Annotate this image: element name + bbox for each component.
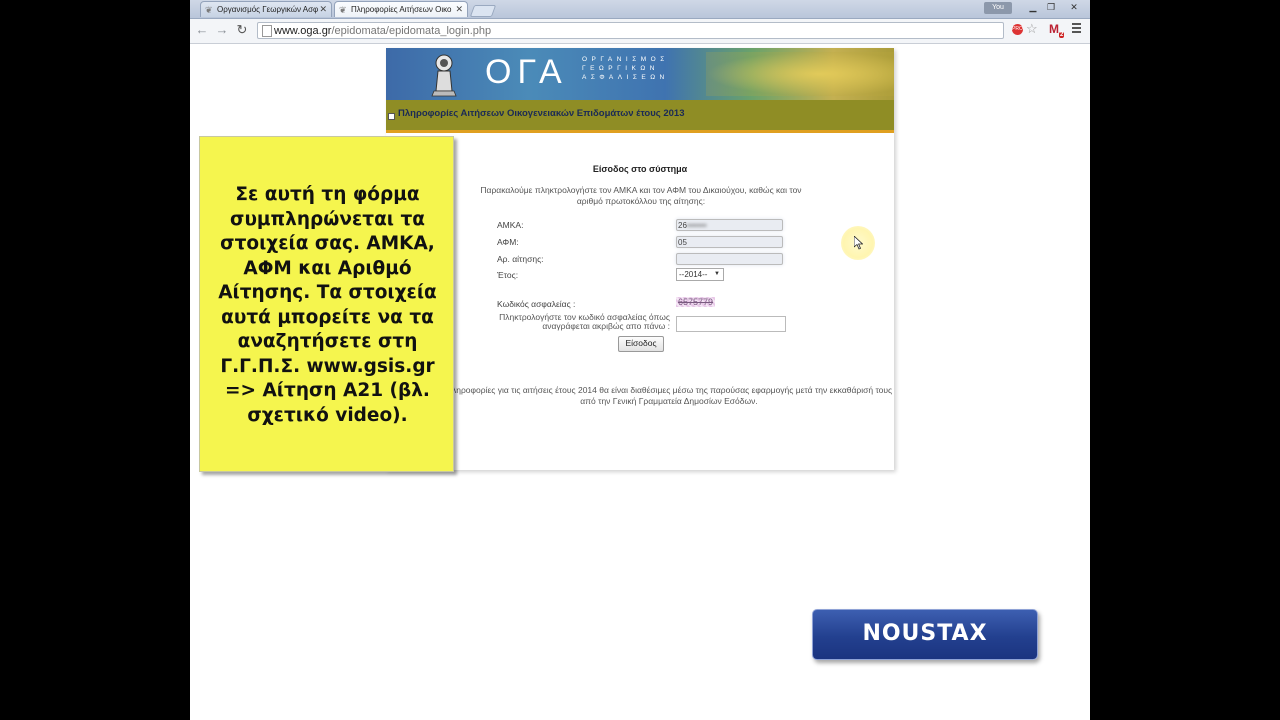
security-code-captcha: 6575779 <box>676 297 716 307</box>
oga-emblem-icon <box>431 54 457 97</box>
login-instructions: Παρακαλούμε πληκτρολογήστε τον ΑΜΚΑ και … <box>480 185 802 206</box>
application-number-input[interactable] <box>676 253 783 265</box>
url-path: /epidomata/epidomata_login.php <box>331 25 492 37</box>
new-tab-button[interactable] <box>469 5 497 17</box>
dropdown-arrow-icon: ▼ <box>714 271 720 277</box>
menu-icon[interactable] <box>1072 23 1081 33</box>
oga-logo-text: ΟΓΑ <box>485 53 568 91</box>
login-submit-button[interactable]: Είσοδος <box>618 336 664 352</box>
maximize-icon[interactable]: ❐ <box>1042 1 1060 14</box>
amka-input[interactable]: 26••••••• <box>676 219 783 231</box>
login-heading: Είσοδος στο σύστημα <box>592 164 688 174</box>
year-label: Έτος: <box>497 270 519 280</box>
oga-page: ΟΓΑ ΟΡΓΑΝΙΣΜΟΣ ΓΕΩΡΓΙΚΩΝ ΑΣΦΑΛΙΣΕΩΝ Πληρ… <box>386 48 894 470</box>
page-favicon-icon: ❦ <box>205 5 213 15</box>
reload-icon[interactable]: ↻ <box>234 22 250 38</box>
window-close-icon[interactable]: ✕ <box>1062 1 1086 14</box>
security-code-label: Κωδικός ασφαλείας : <box>497 299 576 309</box>
page-title-bar: Πληροφορίες Αιτήσεων Οικογενειακών Επιδο… <box>386 100 894 133</box>
year-value: --2014-- <box>679 270 708 279</box>
bookmark-star-icon[interactable]: ☆ <box>1026 22 1038 36</box>
application-number-label: Αρ. αίτησης: <box>497 254 544 264</box>
organization-name: ΟΡΓΑΝΙΣΜΟΣ ΓΕΩΡΓΙΚΩΝ ΑΣΦΑΛΙΣΕΩΝ <box>582 56 669 81</box>
tab-close-icon[interactable]: ✕ <box>455 2 463 17</box>
year-select[interactable]: --2014-- ▼ <box>676 268 724 281</box>
afm-value: 05 <box>678 238 687 247</box>
oga-banner: ΟΓΑ ΟΡΓΑΝΙΣΜΟΣ ΓΕΩΡΓΙΚΩΝ ΑΣΦΑΛΙΣΕΩΝ <box>386 48 894 100</box>
back-arrow-icon[interactable]: ← <box>194 22 210 38</box>
extension-pro-icon[interactable]: PRO <box>1012 24 1023 35</box>
page-title: Πληροφορίες Αιτήσεων Οικογενειακών Επιδο… <box>398 108 685 119</box>
gmail-icon[interactable]: M2 <box>1049 22 1065 42</box>
tab-label: Οργανισμός Γεωργικών Ασφ <box>217 5 319 14</box>
availability-note: Πληροφορίες για τις αιτήσεις έτους 2014 … <box>445 385 893 406</box>
wheat-image <box>706 52 894 96</box>
bullet-icon <box>388 113 395 120</box>
address-bar[interactable]: www.oga.gr/epidomata/epidomata_login.php <box>257 22 1004 39</box>
url-text: www.oga.gr/epidomata/epidomata_login.php <box>274 24 491 38</box>
page-favicon-icon: ❦ <box>339 5 347 15</box>
minimize-icon[interactable]: ▁ <box>1024 1 1042 14</box>
browser-window: ❦ Οργανισμός Γεωργικών Ασφ ✕ ❦ Πληροφορίες… <box>190 0 1090 720</box>
tab-close-icon[interactable]: ✕ <box>319 2 327 17</box>
afm-label: ΑΦΜ: <box>497 237 519 247</box>
noustax-logo: NOUSTAX <box>812 609 1038 660</box>
forward-arrow-icon[interactable]: → <box>214 22 230 38</box>
mail-count-badge: 2 <box>1059 32 1065 39</box>
security-code-prompt: Πληκτρολογήστε τον κωδικό ασφαλείας όπως… <box>499 312 670 331</box>
instruction-note: Σε αυτή τη φόρμα συμπληρώνεται τα στοιχε… <box>199 136 454 472</box>
amka-hidden-value: ••••••• <box>686 221 707 230</box>
tab-label: Πληροφορίες Αιτήσεων Οικο <box>351 5 452 14</box>
tab-oga-home[interactable]: ❦ Οργανισμός Γεωργικών Ασφ ✕ <box>200 1 332 17</box>
navigation-toolbar: ← → ↻ www.oga.gr/epidomata/epidomata_log… <box>190 19 1090 44</box>
mouse-pointer-icon <box>854 236 863 250</box>
profile-badge[interactable]: You <box>984 2 1012 14</box>
security-code-input[interactable] <box>676 316 786 332</box>
url-domain: www.oga.gr <box>274 25 332 37</box>
tab-application-info[interactable]: ❦ Πληροφορίες Αιτήσεων Οικο ✕ <box>334 1 468 17</box>
page-icon <box>262 25 272 37</box>
instruction-note-text: Σε αυτή τη φόρμα συμπληρώνεται τα στοιχε… <box>218 184 437 426</box>
amka-value: 26 <box>678 221 687 230</box>
tab-strip: ❦ Οργανισμός Γεωργικών Ασφ ✕ ❦ Πληροφορίες… <box>190 0 1090 19</box>
amka-label: ΑΜΚΑ: <box>497 220 524 230</box>
afm-input[interactable]: 05 <box>676 236 783 248</box>
